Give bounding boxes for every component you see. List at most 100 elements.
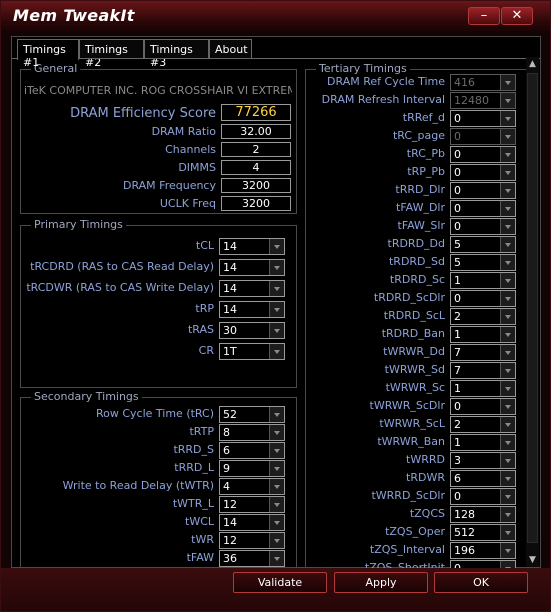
chevron-down-icon[interactable] — [269, 443, 284, 458]
tzqs-interval-value: 196 — [454, 544, 475, 557]
trdrd-scdlr-select[interactable]: 0 — [450, 290, 516, 307]
twrwr-scdlr-select[interactable]: 0 — [450, 398, 516, 415]
chevron-down-icon[interactable] — [269, 407, 284, 422]
trdrd-scl-select[interactable]: 2 — [450, 308, 516, 325]
row-cycle-time-trc-select[interactable]: 52 — [219, 406, 285, 423]
apply-button[interactable]: Apply — [334, 572, 428, 593]
chevron-down-icon[interactable] — [500, 327, 515, 342]
chevron-down-icon[interactable] — [269, 302, 284, 317]
trrd-dlr-select[interactable]: 0 — [450, 182, 516, 199]
trcdrd-ras-to-cas-read-delay-select[interactable]: 14 — [219, 259, 285, 276]
twrrd-scdlr-select[interactable]: 0 — [450, 488, 516, 505]
chevron-down-icon[interactable] — [269, 239, 284, 254]
chevron-down-icon[interactable] — [500, 255, 515, 270]
dram-refresh-interval-select: 12480 — [450, 92, 516, 109]
chevron-down-icon[interactable] — [269, 551, 284, 566]
chevron-down-icon[interactable] — [500, 219, 515, 234]
scroll-down-icon[interactable]: ▼ — [526, 553, 539, 567]
chevron-down-icon[interactable] — [500, 237, 515, 252]
twrrd-select[interactable]: 3 — [450, 452, 516, 469]
validate-button[interactable]: Validate — [233, 572, 327, 593]
trc-pb-select[interactable]: 0 — [450, 146, 516, 163]
twcl-select[interactable]: 14 — [219, 514, 285, 531]
chevron-down-icon[interactable] — [269, 515, 284, 530]
tzqs-interval-select[interactable]: 196 — [450, 542, 516, 559]
chevron-down-icon[interactable] — [269, 461, 284, 476]
chevron-down-icon[interactable] — [500, 165, 515, 180]
chevron-down-icon[interactable] — [500, 399, 515, 414]
dram-ratio-value: 32.00 — [221, 124, 291, 139]
chevron-down-icon[interactable] — [269, 425, 284, 440]
trrd-l-select[interactable]: 9 — [219, 460, 285, 477]
chevron-down-icon[interactable] — [500, 525, 515, 540]
chevron-down-icon[interactable] — [269, 479, 284, 494]
twrwr-dd-select[interactable]: 7 — [450, 344, 516, 361]
twrwr-scl-select[interactable]: 2 — [450, 416, 516, 433]
chevron-down-icon[interactable] — [500, 453, 515, 468]
chevron-down-icon[interactable] — [500, 507, 515, 522]
chevron-down-icon[interactable] — [500, 543, 515, 558]
chevron-down-icon[interactable] — [500, 147, 515, 162]
tfaw-select[interactable]: 36 — [219, 550, 285, 567]
trdrd-sd-select[interactable]: 5 — [450, 254, 516, 271]
chevron-down-icon[interactable] — [500, 111, 515, 126]
tzqcs-select[interactable]: 128 — [450, 506, 516, 523]
tfaw-slr-select[interactable]: 0 — [450, 218, 516, 235]
tzqs-oper-select[interactable]: 512 — [450, 524, 516, 541]
trtp-select[interactable]: 8 — [219, 424, 285, 441]
write-to-read-delay-twtr-select[interactable]: 4 — [219, 478, 285, 495]
minimize-button[interactable]: – — [468, 7, 500, 25]
chevron-down-icon[interactable] — [500, 489, 515, 504]
tab-about[interactable]: About — [209, 39, 252, 59]
tab-timings-3[interactable]: Timings #3 — [144, 39, 209, 69]
scroll-up-icon[interactable]: ▲ — [526, 57, 539, 71]
trdrd-sc-label: tRDRD_Sc — [389, 273, 445, 286]
trrd-s-select[interactable]: 6 — [219, 442, 285, 459]
chevron-down-icon[interactable] — [269, 533, 284, 548]
title-bar[interactable]: Mem TweakIt – ✕ — [1, 1, 550, 31]
chevron-down-icon[interactable] — [269, 323, 284, 338]
close-button[interactable]: ✕ — [501, 7, 533, 25]
chevron-down-icon[interactable] — [500, 417, 515, 432]
trcdwr-ras-to-cas-write-delay-select[interactable]: 14 — [219, 280, 285, 297]
tras-select[interactable]: 30 — [219, 322, 285, 339]
twtr-l-select[interactable]: 12 — [219, 496, 285, 513]
trp-pb-select[interactable]: 0 — [450, 164, 516, 181]
trdwr-select[interactable]: 6 — [450, 470, 516, 487]
chevron-down-icon[interactable] — [500, 309, 515, 324]
twr-select[interactable]: 12 — [219, 532, 285, 549]
tab-timings-1[interactable]: Timings #1 — [17, 39, 79, 69]
dram-frequency-value: 3200 — [221, 178, 291, 193]
chevron-down-icon[interactable] — [269, 497, 284, 512]
chevron-down-icon[interactable] — [500, 435, 515, 450]
tab-timings-2[interactable]: Timings #2 — [79, 39, 144, 69]
chevron-down-icon[interactable] — [269, 260, 284, 275]
twrwr-sd-select[interactable]: 7 — [450, 362, 516, 379]
chevron-down-icon[interactable] — [500, 381, 515, 396]
chevron-down-icon[interactable] — [500, 363, 515, 378]
vertical-scrollbar[interactable]: ▲ ▼ — [526, 57, 539, 567]
chevron-down-icon[interactable] — [269, 344, 284, 359]
chevron-down-icon[interactable] — [500, 291, 515, 306]
twrwr-sc-select[interactable]: 1 — [450, 380, 516, 397]
trdrd-ban-select[interactable]: 1 — [450, 326, 516, 343]
content-panel: Timings #1 Timings #2 Timings #3 About G… — [11, 36, 541, 577]
scroll-thumb[interactable] — [527, 73, 538, 543]
twtr-l-label: tWTR_L — [172, 497, 214, 510]
chevron-down-icon[interactable] — [500, 201, 515, 216]
cr-select[interactable]: 1T — [219, 343, 285, 360]
tfaw-dlr-select[interactable]: 0 — [450, 200, 516, 217]
ok-button[interactable]: OK — [434, 572, 528, 593]
chevron-down-icon[interactable] — [500, 345, 515, 360]
trdrd-sc-select[interactable]: 1 — [450, 272, 516, 289]
tcl-select[interactable]: 14 — [219, 238, 285, 255]
chevron-down-icon[interactable] — [500, 183, 515, 198]
tfaw-slr-value: 0 — [454, 220, 461, 233]
trp-select[interactable]: 14 — [219, 301, 285, 318]
twrwr-ban-select[interactable]: 1 — [450, 434, 516, 451]
trref-d-select[interactable]: 0 — [450, 110, 516, 127]
trdrd-dd-select[interactable]: 5 — [450, 236, 516, 253]
chevron-down-icon[interactable] — [269, 281, 284, 296]
chevron-down-icon[interactable] — [500, 273, 515, 288]
chevron-down-icon[interactable] — [500, 471, 515, 486]
